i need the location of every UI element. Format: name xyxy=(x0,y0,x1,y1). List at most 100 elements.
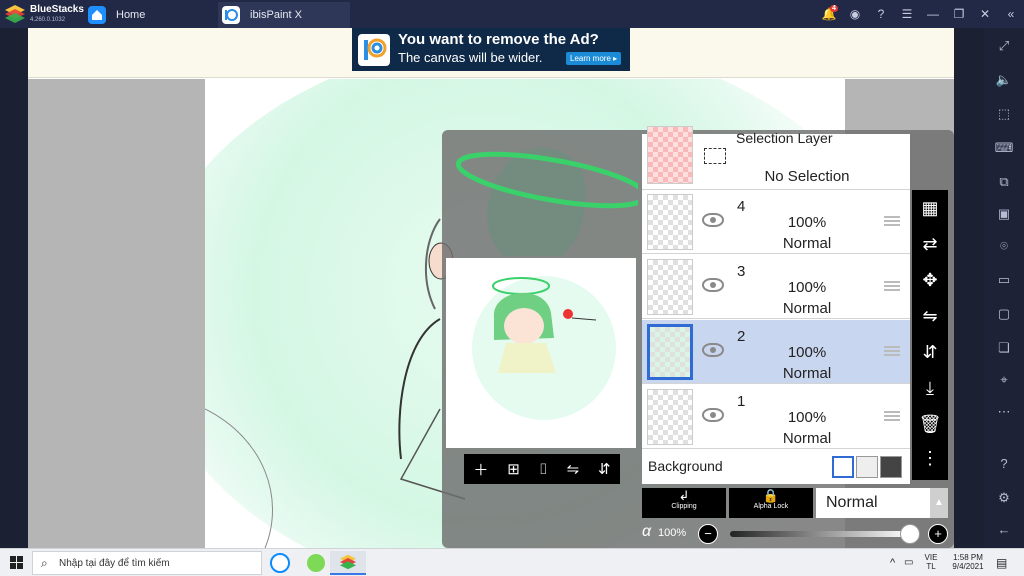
flip-horizontal-icon[interactable]: ⇋ xyxy=(567,460,580,478)
zalo-app-icon[interactable] xyxy=(262,551,298,575)
bluestacks-logo-icon xyxy=(5,5,25,23)
menu-icon[interactable]: ☰ xyxy=(894,7,920,21)
workspace: ✎ ◯ ▢ ↑ ↶ ↷ ❐ ← xyxy=(28,79,954,548)
volume-icon[interactable]: 🔈 xyxy=(984,72,1024,88)
rotate-flip-icon[interactable]: ⇋ xyxy=(912,306,948,327)
blend-mode-select[interactable]: Normal ▲ xyxy=(816,488,948,518)
opacity-value: 100% xyxy=(658,527,687,539)
alpha-symbol: α xyxy=(642,523,652,540)
screenshot-icon[interactable]: ⌾ xyxy=(984,238,1024,254)
windows-taskbar: ⌕ Nhập tại đây để tìm kiếm ^ ▭ VIE TL 1:… xyxy=(0,548,1024,576)
merge-down-icon[interactable]: ⤓ xyxy=(912,378,948,399)
move-layer-icon[interactable]: ⇄ xyxy=(912,234,948,255)
account-icon[interactable]: ◉ xyxy=(842,7,868,21)
camera-icon[interactable]: ⌷ xyxy=(539,461,548,478)
drag-handle-icon[interactable] xyxy=(884,216,900,226)
alpha-lock-button[interactable]: 🔒 Alpha Lock xyxy=(729,488,813,518)
opacity-slider[interactable] xyxy=(730,531,910,537)
visibility-eye-icon[interactable] xyxy=(702,213,724,227)
tab-home[interactable]: Home xyxy=(84,2,216,28)
keyboard-icon[interactable]: ⌨ xyxy=(984,140,1024,156)
background-white-swatch[interactable] xyxy=(832,456,854,478)
bluestacks-taskbar-icon[interactable] xyxy=(330,551,366,575)
layer-number: 2 xyxy=(737,328,746,345)
add-canvas-icon[interactable]: ⊞ xyxy=(507,460,520,478)
opacity-slider-knob[interactable] xyxy=(900,524,920,544)
selection-layer-row[interactable]: Selection Layer No Selection xyxy=(642,126,910,190)
bluestacks-window: BlueStacks 4.260.0.1032 Home ibisPaint X… xyxy=(0,0,1024,576)
layer-row-1[interactable]: 1 100% Normal xyxy=(642,385,910,449)
close-icon[interactable]: ✕ xyxy=(972,7,998,21)
add-layer-icon[interactable]: ＋ xyxy=(473,459,488,480)
drag-handle-icon[interactable] xyxy=(884,346,900,356)
layer-thumbnail xyxy=(647,324,693,380)
layer-row-4[interactable]: 4 100% Normal xyxy=(642,190,910,254)
background-row[interactable]: Background xyxy=(642,450,910,484)
restore-icon[interactable]: ❐ xyxy=(946,7,972,21)
apk-icon[interactable]: ▣ xyxy=(984,206,1024,222)
record-icon[interactable]: ▭ xyxy=(984,272,1024,288)
settings-icon[interactable]: ⚙ xyxy=(984,490,1024,506)
language-top: VIE xyxy=(924,553,938,562)
location-icon[interactable]: ⌖ xyxy=(984,372,1024,388)
selection-layer-thumbnail xyxy=(647,126,693,184)
back-icon[interactable]: ← xyxy=(984,522,1024,537)
ad-learn-more-button[interactable]: Learn more ▸ xyxy=(566,52,622,65)
background-dark-swatch[interactable] xyxy=(880,456,902,478)
layer-tools-column: ▦ ⇄ ✥ ⇋ ⇵ ⤓ 🗑 ⋮ xyxy=(912,190,948,480)
visibility-eye-icon[interactable] xyxy=(702,278,724,292)
notification-icon[interactable]: 🔔 4 xyxy=(816,5,842,21)
folder-icon[interactable]: ▢ xyxy=(984,306,1024,322)
delete-layer-icon[interactable]: 🗑 xyxy=(912,414,948,435)
transform-icon[interactable]: ✥ xyxy=(912,270,948,291)
clipping-button[interactable]: ↲ Clipping xyxy=(642,488,726,518)
minimize-icon[interactable]: — xyxy=(920,7,946,21)
clipping-icon: ↲ xyxy=(678,488,690,503)
more-icon[interactable]: ⋯ xyxy=(984,404,1024,420)
multi-instance-icon[interactable]: ❏ xyxy=(984,340,1024,356)
layer-thumbnail xyxy=(647,194,693,250)
lock-icon: 🔒 xyxy=(762,488,780,503)
show-hidden-icons-icon[interactable]: ^ xyxy=(890,549,895,576)
layer-row-2[interactable]: 2 100% Normal xyxy=(642,320,910,384)
network-icon[interactable]: ▭ xyxy=(904,549,913,576)
layer-thumbnail xyxy=(647,259,693,315)
background-transparent-swatch[interactable] xyxy=(856,456,878,478)
flip-vertical-icon[interactable]: ⇵ xyxy=(598,460,611,478)
action-center-icon[interactable]: ▤ xyxy=(996,549,1007,576)
transparency-icon[interactable]: ▦ xyxy=(912,198,948,219)
collapse-sidebar-icon[interactable]: « xyxy=(998,7,1024,21)
home-icon xyxy=(88,6,106,24)
help-sidebar-icon[interactable]: ? xyxy=(984,456,1024,471)
install-apk-icon[interactable]: ⧉ xyxy=(984,174,1024,190)
more-options-icon[interactable]: ⋮ xyxy=(912,448,948,469)
dropdown-arrow-icon: ▲ xyxy=(930,488,948,518)
fullscreen-icon[interactable]: ⤢ xyxy=(984,38,1024,54)
alpha-lock-label: Alpha Lock xyxy=(753,503,789,510)
opacity-decrease-button[interactable]: − xyxy=(698,524,718,544)
taskbar-search[interactable]: ⌕ Nhập tại đây để tìm kiếm xyxy=(32,551,262,575)
tab-ibispaint[interactable]: ibisPaint X xyxy=(218,2,350,28)
drag-handle-icon[interactable] xyxy=(884,281,900,291)
canvas-preview[interactable] xyxy=(446,258,636,448)
visibility-eye-icon[interactable] xyxy=(702,343,724,357)
layer-blend-mode: Normal xyxy=(782,300,832,317)
layer-row-3[interactable]: 3 100% Normal xyxy=(642,255,910,319)
pointer-icon[interactable]: ⬚ xyxy=(984,106,1024,122)
opacity-increase-button[interactable]: + xyxy=(928,524,948,544)
clock[interactable]: 1:58 PM 9/4/2021 xyxy=(946,549,990,576)
title-bar-controls: 🔔 4 ◉ ? ☰ — ❐ ✕ « xyxy=(816,0,1024,28)
visibility-eye-icon[interactable] xyxy=(702,408,724,422)
windows-start-icon[interactable] xyxy=(10,556,24,570)
language-indicator[interactable]: VIE TL xyxy=(920,549,942,576)
tab-label: ibisPaint X xyxy=(250,9,302,21)
flip-vertical-layer-icon[interactable]: ⇵ xyxy=(912,342,948,363)
help-icon[interactable]: ? xyxy=(868,7,894,21)
layer-blend-mode: Normal xyxy=(782,365,832,382)
clock-time: 1:58 PM xyxy=(953,553,983,562)
app-taskbar-icon[interactable] xyxy=(298,551,334,575)
title-bar: BlueStacks 4.260.0.1032 Home ibisPaint X… xyxy=(0,0,1024,28)
ad-banner[interactable]: You want to remove the Ad? The canvas wi… xyxy=(352,28,630,71)
layer-opacity: 100% xyxy=(787,279,827,296)
drag-handle-icon[interactable] xyxy=(884,411,900,421)
